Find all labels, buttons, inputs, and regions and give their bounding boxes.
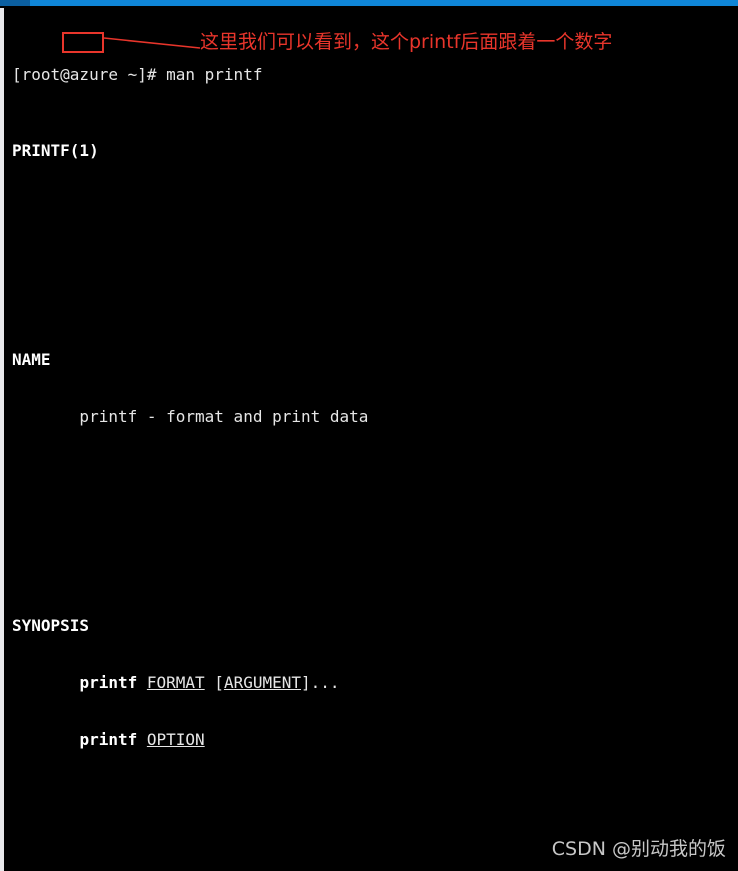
- heading-text: SYNOPSIS: [12, 616, 90, 635]
- terminal-window: [root@azure ~]# man printf PRINTF(1) NAM…: [0, 0, 738, 871]
- synopsis-bracket-open: [: [204, 673, 224, 692]
- synopsis-line-2: printf OPTION: [4, 730, 738, 749]
- heading-text: NAME: [12, 350, 51, 369]
- synopsis-command: printf: [79, 673, 138, 692]
- section-heading-name: NAME: [4, 350, 738, 369]
- synopsis-format-arg: FORMAT: [146, 673, 205, 692]
- man-header-name: PRINTF: [12, 141, 70, 160]
- synopsis-line-1: printf FORMAT [ARGUMENT]...: [4, 673, 738, 692]
- section-heading-synopsis: SYNOPSIS: [4, 616, 738, 635]
- synopsis-option-arg: OPTION: [146, 730, 205, 749]
- annotation-text: 这里我们可以看到，这个printf后面跟着一个数字: [200, 31, 613, 53]
- name-body-line: printf - format and print data: [4, 407, 738, 426]
- synopsis-command: printf: [79, 730, 138, 749]
- synopsis-argument-arg: ARGUMENT: [223, 673, 301, 692]
- prompt-line: [root@azure ~]# man printf: [4, 65, 738, 84]
- name-description: printf - format and print data: [12, 407, 369, 426]
- shell-prompt-text: [root@azure ~]# man printf: [12, 65, 263, 84]
- man-header-section: (1): [69, 141, 99, 160]
- man-page-header: PRINTF(1): [4, 141, 738, 160]
- synopsis-bracket-close: ]...: [301, 673, 340, 692]
- window-titlebar: [0, 0, 738, 8]
- terminal-output[interactable]: [root@azure ~]# man printf PRINTF(1) NAM…: [4, 8, 738, 871]
- csdn-watermark: CSDN @别动我的饭: [551, 838, 726, 860]
